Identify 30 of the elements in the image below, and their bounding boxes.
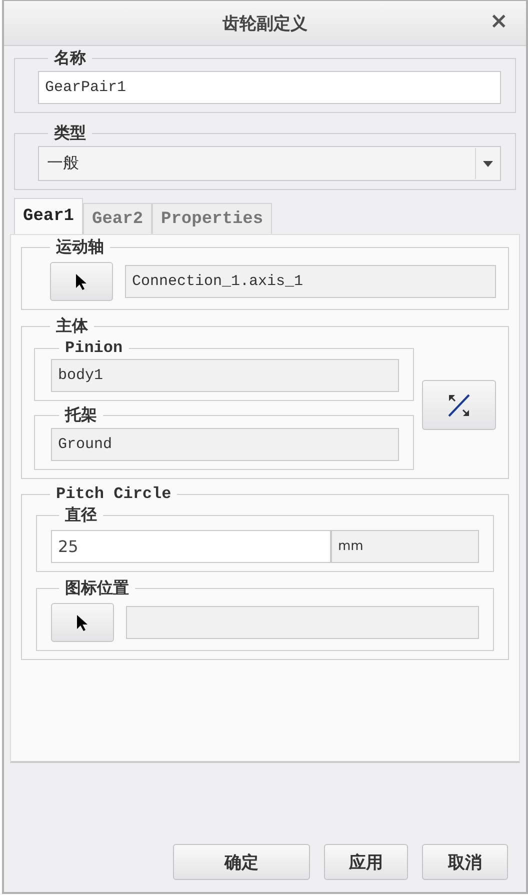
group-label: 类型 [53,123,87,144]
dialog-button[interactable]: 应用 [324,844,408,880]
tab[interactable]: Gear1 [14,198,84,234]
pointer-icon [76,614,90,632]
axis-field[interactable]: Connection_1.axis_1 [125,265,496,298]
tab[interactable]: Gear2 [83,203,152,234]
body-field[interactable]: body1 [51,359,399,392]
position-field[interactable] [126,606,479,639]
group-label: 名称 [52,48,87,69]
body-field[interactable]: Ground [51,428,399,461]
name-field[interactable]: GearPair1 [38,71,501,104]
group-label: 主体 [55,316,89,337]
tab[interactable]: Properties [152,203,272,234]
unit-field: mm [331,530,479,563]
dialog-button[interactable]: 确定 [173,844,310,880]
diameter-field[interactable]: 25 [51,530,331,563]
select-button[interactable] [50,262,113,301]
type-dropdown[interactable]: 一般 [38,146,501,181]
group-label: 托架 [64,405,98,426]
select-button[interactable] [51,603,114,642]
swap-button[interactable] [422,380,496,430]
dialog-button[interactable]: 取消 [422,844,508,880]
close-button[interactable]: × [486,11,512,33]
group-label: 直径 [64,506,98,526]
group-label: Pitch Circle [55,485,172,503]
window-title: 齿轮副定义 [222,12,308,34]
group-label: 图标位置 [64,578,130,599]
group-label: 运动轴 [55,237,105,258]
pointer-icon [74,272,88,290]
group-label: Pinion [64,339,124,357]
